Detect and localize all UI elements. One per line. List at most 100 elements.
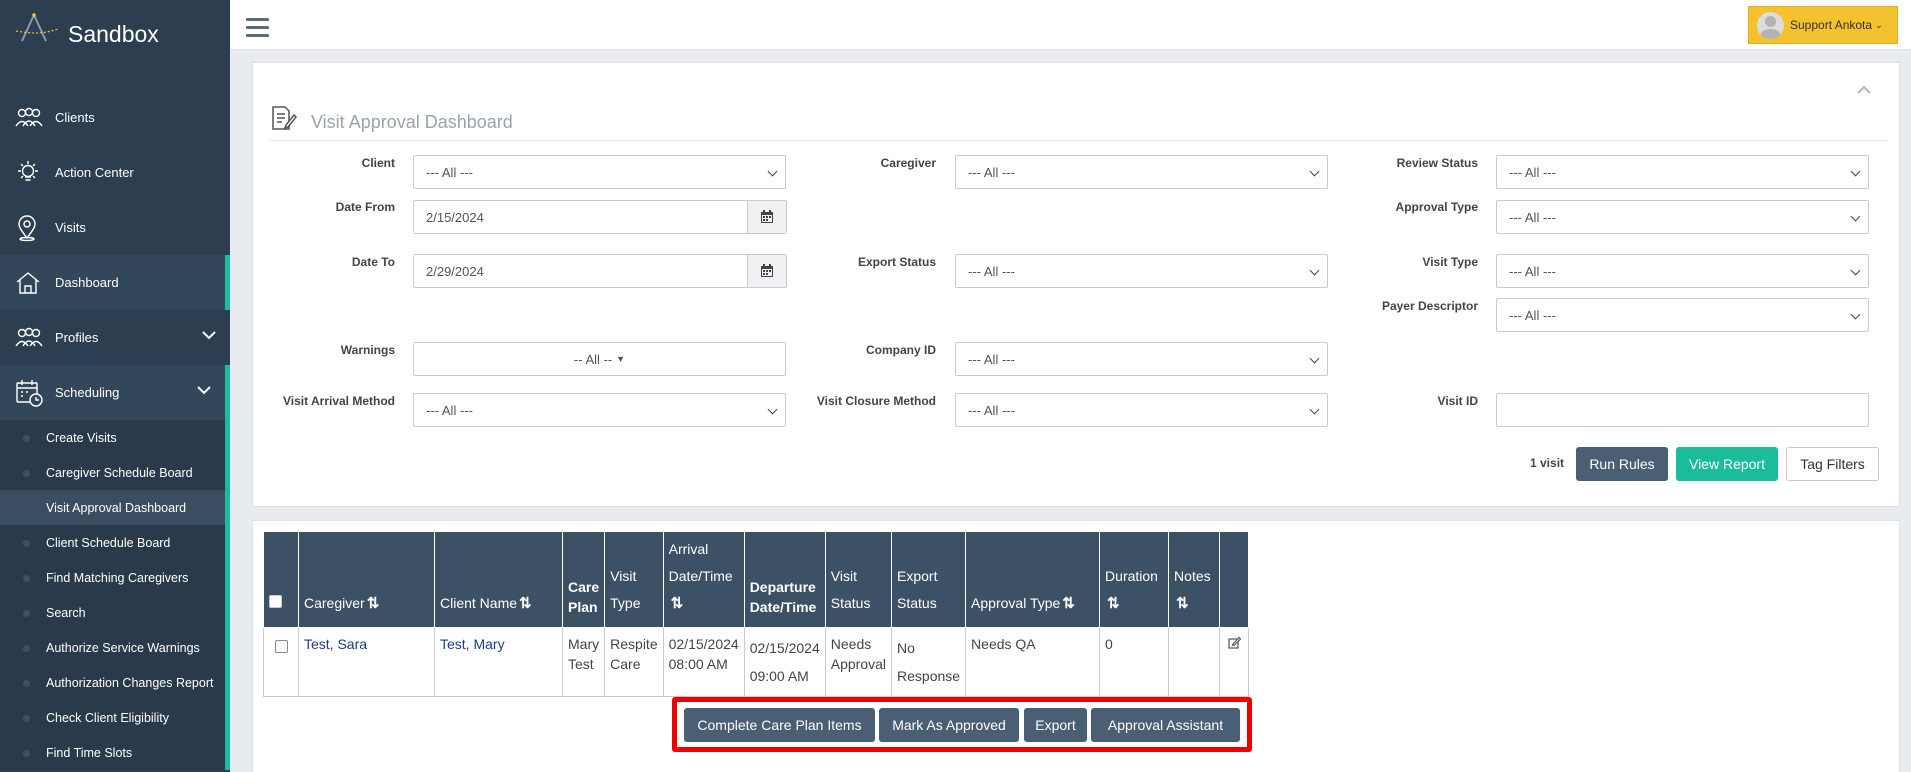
sidebar-subitem-authorization-changes-report[interactable]: Authorization Changes Report [0, 665, 225, 700]
arrival-header-label: Arrival Date/Time [668, 541, 733, 584]
export-status-cell: No Response [891, 627, 967, 697]
visit-arrival-method-select-value: --- All --- [426, 402, 473, 418]
export-status-select[interactable]: --- All --- [955, 254, 1328, 288]
notes-cell [1168, 627, 1221, 697]
sidebar-item-scheduling[interactable]: Scheduling [0, 365, 230, 420]
sort-icon: ⇅ [519, 595, 532, 612]
arrival-header[interactable]: Arrival Date/Time ⇅ [662, 531, 745, 628]
date-from-field[interactable]: 2/15/2024 [413, 200, 787, 234]
client-select-value: --- All --- [426, 164, 473, 180]
visit-status-header: Visit Status [824, 531, 893, 628]
user-name: Support Ankota [1790, 18, 1873, 32]
client-link[interactable]: Test, Mary [440, 636, 505, 652]
sidebar-subitem-search[interactable]: Search [0, 595, 225, 630]
sidebar-item-label: Dashboard [55, 275, 119, 290]
visit-type-select[interactable]: --- All --- [1496, 254, 1869, 288]
visit-arrival-method-label: Visit Arrival Method [282, 394, 395, 408]
user-menu-button[interactable]: Support Ankota ⌄ [1748, 6, 1898, 44]
warnings-multiselect[interactable]: -- All -- ▼ [413, 342, 786, 376]
export-button[interactable]: Export [1024, 708, 1087, 742]
client-select[interactable]: --- All --- [413, 155, 786, 189]
caregiver-cell: Test, Sara [298, 627, 435, 697]
caregiver-link[interactable]: Test, Sara [304, 636, 367, 652]
company-id-select[interactable]: --- All --- [955, 342, 1328, 376]
approval-type-select[interactable]: --- All --- [1496, 200, 1869, 234]
caregiver-header[interactable]: Caregiver ⇅ [298, 531, 435, 628]
payer-descriptor-label: Payer Descriptor [1381, 299, 1478, 313]
company-id-label: Company ID [865, 343, 936, 357]
care-plan-cell: Mary Test [561, 627, 606, 697]
lightbulb-icon [14, 158, 48, 188]
brand-name: Sandbox [68, 20, 159, 47]
date-to-value: 2/29/2024 [426, 263, 484, 279]
run-rules-button[interactable]: Run Rules [1576, 447, 1668, 481]
tag-filters-button[interactable]: Tag Filters [1786, 447, 1879, 481]
sidebar-item-action-center[interactable]: Action Center [0, 145, 230, 200]
sort-icon: ⇅ [1176, 595, 1189, 612]
complete-care-plan-items-button[interactable]: Complete Care Plan Items [684, 708, 875, 742]
visit-closure-method-select[interactable]: --- All --- [955, 393, 1328, 427]
sidebar-subitem-create-visits[interactable]: Create Visits [0, 420, 225, 455]
duration-cell: 0 [1099, 627, 1170, 697]
edit-header [1219, 531, 1250, 628]
review-status-label: Review Status [1396, 156, 1478, 170]
mark-as-approved-button[interactable]: Mark As Approved [879, 708, 1019, 742]
payer-descriptor-select[interactable]: --- All --- [1496, 298, 1869, 332]
sidebar-item-clients[interactable]: Clients [0, 90, 230, 145]
sidebar-subitem-caregiver-schedule-board[interactable]: Caregiver Schedule Board [0, 455, 225, 490]
select-all-checkbox[interactable] [269, 595, 282, 608]
chevron-up-icon[interactable] [1857, 81, 1871, 97]
export-status-select-value: --- All --- [968, 263, 1015, 279]
sidebar-subitem-client-schedule-board[interactable]: Client Schedule Board [0, 525, 225, 560]
date-to-field[interactable]: 2/29/2024 [413, 254, 787, 288]
chevron-down-icon [202, 328, 216, 343]
brand[interactable]: Sandbox [0, 0, 230, 62]
sidebar-subitem-find-matching-caregivers[interactable]: Find Matching Caregivers [0, 560, 225, 595]
client-name-header[interactable]: Client Name ⇅ [434, 531, 563, 628]
sort-icon: ⇅ [670, 595, 684, 612]
notes-header[interactable]: Notes ⇅ [1168, 531, 1221, 628]
approval-assistant-button[interactable]: Approval Assistant [1091, 708, 1240, 742]
duration-header-label: Duration [1105, 568, 1158, 584]
sidebar-item-dashboard[interactable]: Dashboard [0, 255, 230, 310]
approval-type-header-label: Approval Type [971, 595, 1061, 611]
company-id-select-value: --- All --- [968, 351, 1015, 367]
calendar-icon[interactable] [747, 255, 786, 287]
visit-id-input[interactable] [1496, 393, 1869, 427]
sidebar-subitem-authorize-service-warnings[interactable]: Authorize Service Warnings [0, 630, 225, 665]
table-row: Test, Sara Test, Mary Mary Test Respite … [263, 627, 1250, 697]
duration-header[interactable]: Duration ⇅ [1099, 531, 1170, 628]
warnings-label: Warnings [340, 343, 395, 357]
avatar [1757, 11, 1784, 39]
map-pin-icon [14, 213, 48, 243]
approval-type-header[interactable]: Approval Type ⇅ [965, 531, 1101, 628]
review-status-select-value: --- All --- [1509, 164, 1556, 180]
sidebar-item-visits[interactable]: Visits [0, 200, 230, 255]
caregiver-label: Caregiver [880, 156, 936, 170]
sidebar-item-label: Clients [55, 110, 95, 125]
review-status-select[interactable]: --- All --- [1496, 155, 1869, 189]
sidebar-subitem-visit-approval-dashboard[interactable]: Visit Approval Dashboard [0, 490, 225, 525]
row-checkbox[interactable] [274, 640, 288, 653]
sidebar-item-profiles[interactable]: Profiles [0, 310, 230, 365]
chevron-down-icon: ⌄ [1875, 19, 1883, 30]
calendar-clock-icon [14, 378, 48, 408]
sidebar-subitem-find-time-slots[interactable]: Find Time Slots [0, 735, 225, 770]
calendar-icon[interactable] [747, 201, 786, 233]
sort-icon: ⇅ [1062, 595, 1075, 612]
visit-arrival-method-select[interactable]: --- All --- [413, 393, 786, 427]
chevron-down-icon [197, 383, 211, 398]
edit-icon[interactable] [1227, 636, 1241, 652]
view-report-button[interactable]: View Report [1676, 447, 1778, 481]
sidebar-subitem-check-client-eligibility[interactable]: Check Client Eligibility [0, 700, 225, 735]
visit-type-label: Visit Type [1422, 255, 1478, 269]
caregiver-select[interactable]: --- All --- [955, 155, 1328, 189]
top-bar: Support Ankota ⌄ [230, 0, 1911, 50]
menu-toggle-icon[interactable] [246, 18, 269, 37]
visit-id-label: Visit ID [1437, 394, 1478, 408]
visit-type-select-value: --- All --- [1509, 263, 1556, 279]
select-all-header [263, 531, 299, 628]
page-title: Visit Approval Dashboard [311, 112, 513, 132]
sidebar-item-label: Action Center [55, 165, 134, 180]
panel-header: Visit Approval Dashboard [269, 99, 1887, 141]
